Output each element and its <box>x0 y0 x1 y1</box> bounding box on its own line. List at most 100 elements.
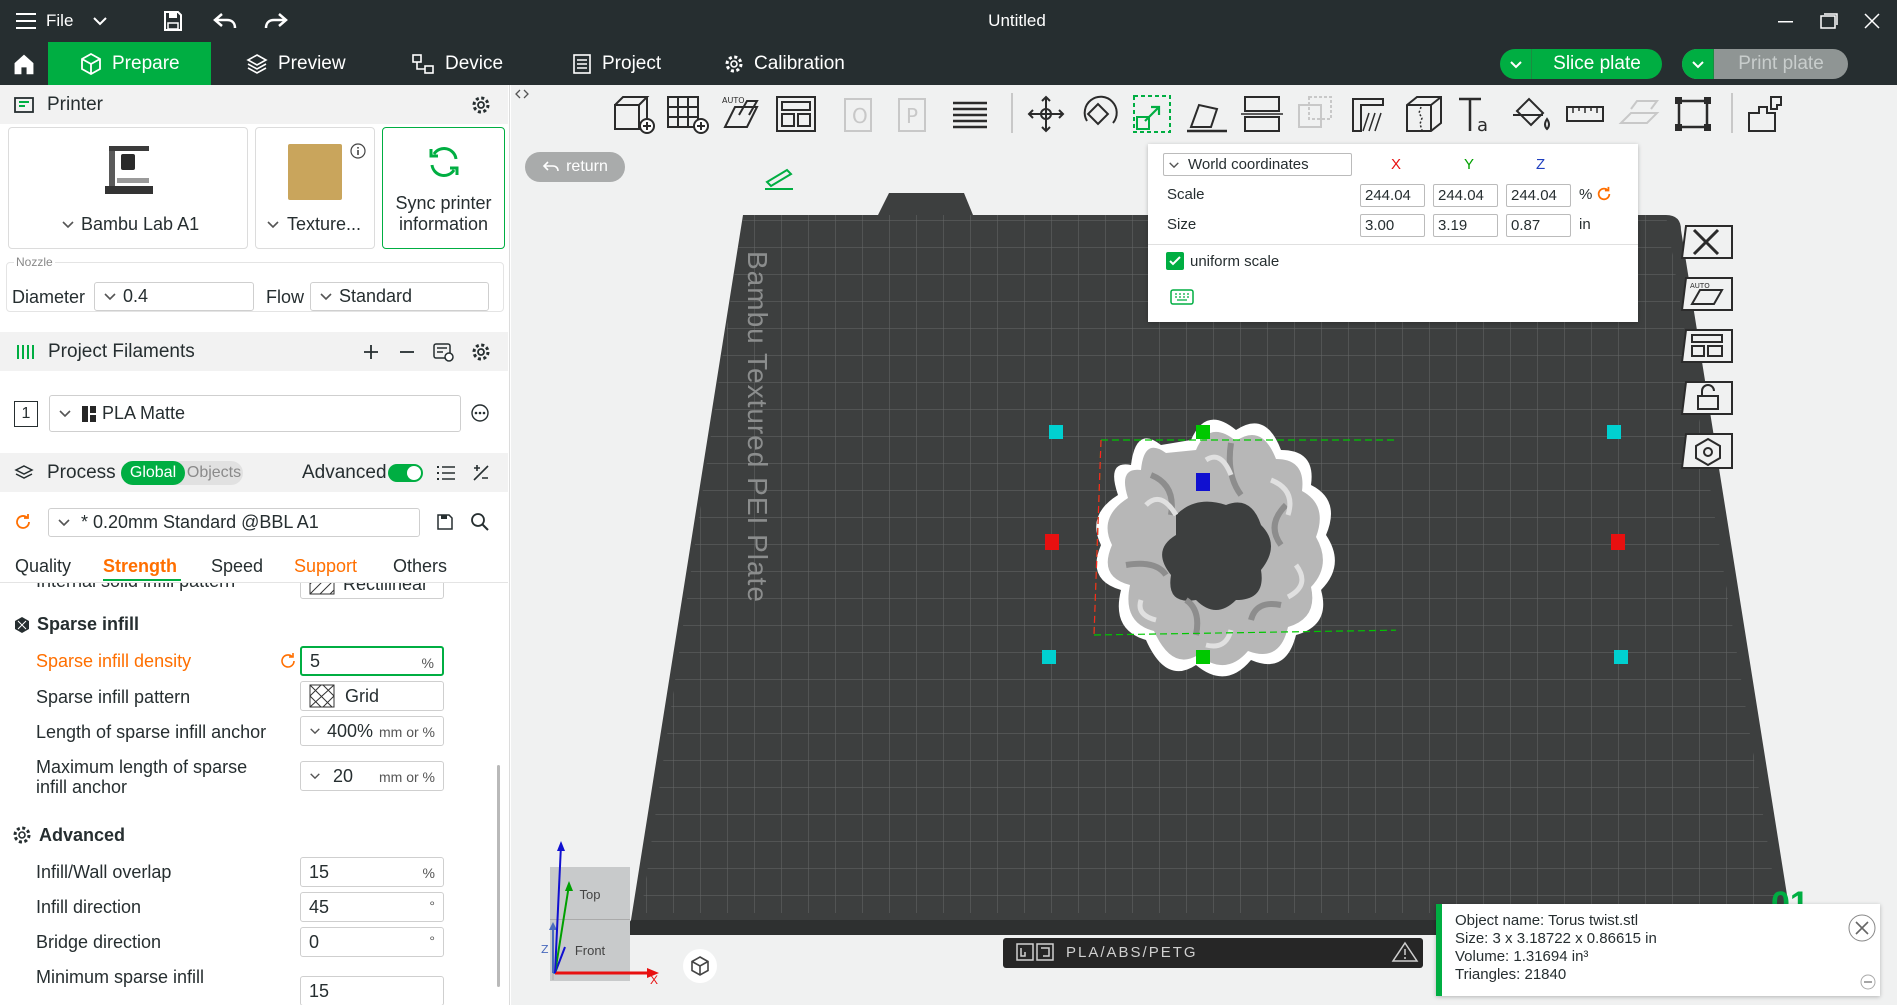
arrange-plate-icon[interactable] <box>1680 326 1736 366</box>
support-painting-icon[interactable] <box>1347 93 1393 135</box>
scale-handle-y[interactable] <box>1196 425 1210 439</box>
split-parts-icon[interactable]: P <box>893 93 939 135</box>
infill-wall-overlap-input[interactable]: 15 % <box>300 857 444 887</box>
auto-orient-plate-icon[interactable]: AUTO <box>1680 274 1736 314</box>
tab-others[interactable]: Others <box>393 556 447 577</box>
assembly-icon[interactable] <box>1617 93 1663 135</box>
internal-solid-infill-select[interactable]: Rectilinear <box>300 583 444 599</box>
scale-handle-z[interactable] <box>1196 473 1210 491</box>
file-dropdown-button[interactable] <box>92 0 108 42</box>
diameter-select[interactable]: 0.4 <box>94 282 254 311</box>
scale-handle-corner[interactable] <box>1614 650 1628 664</box>
min-sparse-infill-input[interactable]: 15 <box>300 976 444 1005</box>
tab-preview[interactable]: Preview <box>234 42 358 85</box>
flow-select[interactable]: Standard <box>310 282 489 311</box>
infill-direction-input[interactable]: 45 ° <box>300 892 444 922</box>
split-objects-icon[interactable]: O <box>839 93 885 135</box>
lay-on-face-icon[interactable] <box>1185 93 1231 135</box>
fit-view-icon[interactable] <box>1671 93 1717 135</box>
bridge-direction-input[interactable]: 0 ° <box>300 927 444 957</box>
sparse-infill-density-input[interactable]: 5 % <box>300 646 444 676</box>
more-options-icon[interactable] <box>470 403 490 423</box>
rotate-icon[interactable] <box>1077 93 1123 135</box>
printer-settings-gear-icon[interactable] <box>471 95 491 115</box>
scale-z-input[interactable]: 244.04 <box>1506 184 1571 207</box>
tab-strength[interactable]: Strength <box>103 556 177 577</box>
print-dropdown[interactable] <box>1682 49 1714 79</box>
plate-settings-icon[interactable] <box>1680 430 1736 474</box>
list-view-icon[interactable] <box>436 464 456 482</box>
reset-preset-icon[interactable] <box>14 513 32 531</box>
auto-orient-icon[interactable]: AUTO <box>719 93 765 135</box>
scale-x-input[interactable]: 244.04 <box>1360 184 1425 207</box>
add-object-icon[interactable] <box>611 93 657 135</box>
arrange-icon[interactable] <box>773 93 819 135</box>
move-icon[interactable] <box>1023 93 1069 135</box>
max-anchor-input[interactable]: 20 mm or % <box>300 761 444 791</box>
tab-calibration[interactable]: Calibration <box>712 42 857 85</box>
boolean-icon[interactable] <box>1293 93 1339 135</box>
advanced-toggle[interactable] <box>388 464 423 482</box>
size-z-input[interactable]: 0.87 <box>1506 214 1571 237</box>
size-x-input[interactable]: 3.00 <box>1360 214 1425 237</box>
scale-y-input[interactable]: 244.04 <box>1433 184 1498 207</box>
scale-handle-y[interactable] <box>1196 650 1210 664</box>
tab-speed[interactable]: Speed <box>211 556 263 577</box>
size-y-input[interactable]: 3.19 <box>1433 214 1498 237</box>
close-icon[interactable] <box>1680 222 1736 262</box>
plate-card[interactable]: Texture... <box>255 127 375 249</box>
color-painting-icon[interactable] <box>1509 93 1555 135</box>
global-option[interactable]: Global <box>121 461 185 485</box>
scale-handle-x[interactable] <box>1611 534 1625 550</box>
slice-plate-button[interactable]: Slice plate <box>1500 49 1662 79</box>
add-plate-icon[interactable] <box>665 93 711 135</box>
anchor-length-input[interactable]: 400% mm or % <box>300 716 444 746</box>
global-objects-switch[interactable]: Global Objects <box>121 461 243 485</box>
close-window-button[interactable] <box>1864 0 1880 42</box>
undo-button[interactable] <box>213 0 237 42</box>
home-button[interactable] <box>0 42 48 85</box>
tab-quality[interactable]: Quality <box>15 556 71 577</box>
scale-handle-corner[interactable] <box>1607 425 1621 439</box>
lock-plate-icon[interactable] <box>1680 378 1736 418</box>
sync-printer-button[interactable]: Sync printer information <box>382 127 505 249</box>
coordinate-system-select[interactable]: World coordinates <box>1163 153 1352 176</box>
filament-sync-icon[interactable] <box>432 342 454 362</box>
reset-scale-icon[interactable] <box>1596 186 1612 202</box>
explode-view-icon[interactable] <box>1743 93 1789 135</box>
objects-option[interactable]: Objects <box>185 461 243 485</box>
info-icon[interactable] <box>350 143 366 159</box>
maximize-button[interactable] <box>1820 0 1838 42</box>
scale-handle-corner[interactable] <box>1042 650 1056 664</box>
measure-icon[interactable] <box>1563 93 1609 135</box>
reset-value-icon[interactable] <box>279 652 297 670</box>
tab-prepare[interactable]: Prepare <box>48 42 211 85</box>
minimize-button[interactable] <box>1778 0 1794 42</box>
tab-support[interactable]: Support <box>294 556 357 577</box>
cut-icon[interactable] <box>1239 93 1285 135</box>
process-preset-select[interactable]: * 0.20mm Standard @BBL A1 <box>48 508 420 537</box>
edit-pen-icon[interactable] <box>763 168 795 190</box>
torus-twist-object[interactable] <box>1026 365 1396 755</box>
scale-handle-x[interactable] <box>1045 534 1059 550</box>
reset-view-icon[interactable] <box>682 948 718 984</box>
collapse-icon[interactable] <box>1860 974 1876 990</box>
compare-presets-icon[interactable] <box>471 463 491 483</box>
printer-card[interactable]: Bambu Lab A1 <box>8 127 248 249</box>
seam-painting-icon[interactable] <box>1401 93 1447 135</box>
save-preset-icon[interactable] <box>436 513 454 531</box>
search-icon[interactable] <box>470 512 490 532</box>
sparse-infill-pattern-select[interactable]: Grid <box>300 681 444 711</box>
redo-button[interactable] <box>264 0 288 42</box>
uniform-scale-label[interactable]: uniform scale <box>1190 253 1279 270</box>
settings-scrollbar[interactable] <box>497 765 500 987</box>
keyboard-icon[interactable] <box>1170 289 1194 305</box>
return-button[interactable]: return <box>525 152 625 182</box>
filament-select[interactable]: PLA Matte <box>49 395 461 432</box>
slice-dropdown[interactable] <box>1500 49 1532 79</box>
print-plate-button[interactable]: Print plate <box>1682 49 1848 79</box>
scale-handle-corner[interactable] <box>1049 425 1063 439</box>
save-button[interactable] <box>162 0 184 42</box>
uniform-scale-checkbox[interactable] <box>1166 252 1184 270</box>
filament-settings-gear-icon[interactable] <box>471 342 491 362</box>
